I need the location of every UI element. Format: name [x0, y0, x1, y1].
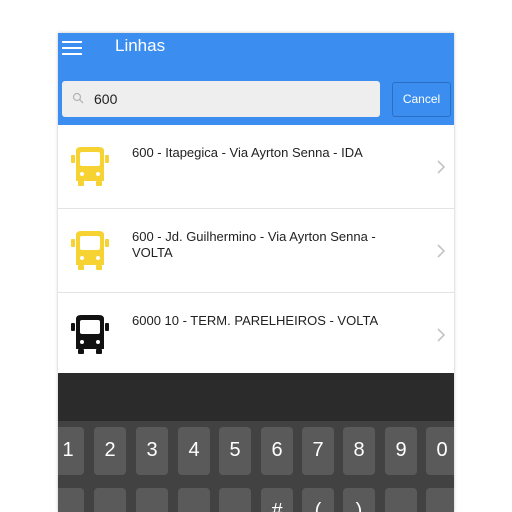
key-6[interactable]: 6: [261, 427, 293, 475]
key-8[interactable]: 8: [343, 427, 375, 475]
key-3[interactable]: 3: [136, 427, 168, 475]
menu-icon[interactable]: [62, 41, 82, 55]
route-label: 6000 10 - TERM. PARELHEIROS - VOLTA: [132, 313, 379, 328]
key-0[interactable]: 0: [426, 427, 454, 475]
key-7[interactable]: 7: [302, 427, 334, 475]
list-item[interactable]: 600 - Itapegica - Via Ayrton Senna - IDA: [58, 125, 454, 209]
list-item[interactable]: 6000 10 - TERM. PARELHEIROS - VOLTA: [58, 293, 454, 377]
route-list: 600 - Itapegica - Via Ayrton Senna - IDA…: [58, 125, 454, 377]
chevron-right-icon: [437, 244, 446, 258]
bus-yellow-icon: [71, 231, 109, 270]
key-5[interactable]: 5: [219, 427, 251, 475]
page-title: Linhas: [115, 36, 166, 55]
on-screen-keyboard: 1 2 3 4 5 6 7 8 9 0 # ( ): [58, 373, 454, 512]
chevron-right-icon: [437, 328, 446, 342]
key-close-paren[interactable]: ): [343, 488, 375, 512]
search-box[interactable]: [62, 81, 380, 117]
cancel-button[interactable]: Cancel: [392, 82, 451, 117]
key-2[interactable]: 2: [94, 427, 126, 475]
key-hash[interactable]: #: [261, 488, 293, 512]
route-label: 600 - Jd. Guilhermino - Via Ayrton Senna…: [132, 229, 376, 260]
app-bar: Linhas Cancel: [58, 33, 454, 125]
key-1[interactable]: 1: [58, 427, 84, 475]
key-open-paren[interactable]: (: [302, 488, 334, 512]
keyboard-top-bar: [58, 373, 454, 421]
search-icon: [72, 92, 84, 104]
key-row2-4[interactable]: [178, 488, 210, 512]
search-input[interactable]: [94, 81, 374, 117]
key-row2-10[interactable]: [426, 488, 454, 512]
key-9[interactable]: 9: [385, 427, 417, 475]
key-row2-3[interactable]: [136, 488, 168, 512]
bus-black-icon: [71, 315, 109, 354]
chevron-right-icon: [437, 160, 446, 174]
phone-screen: Linhas Cancel 600 - Itapegica - Via Ayrt…: [58, 33, 454, 512]
key-row2-1[interactable]: [58, 488, 84, 512]
route-label: 600 - Itapegica - Via Ayrton Senna - IDA: [132, 145, 363, 160]
list-item[interactable]: 600 - Jd. Guilhermino - Via Ayrton Senna…: [58, 209, 454, 293]
bus-yellow-icon: [71, 147, 109, 186]
key-row2-2[interactable]: [94, 488, 126, 512]
key-row2-5[interactable]: [219, 488, 251, 512]
key-row2-9[interactable]: [385, 488, 417, 512]
key-4[interactable]: 4: [178, 427, 210, 475]
